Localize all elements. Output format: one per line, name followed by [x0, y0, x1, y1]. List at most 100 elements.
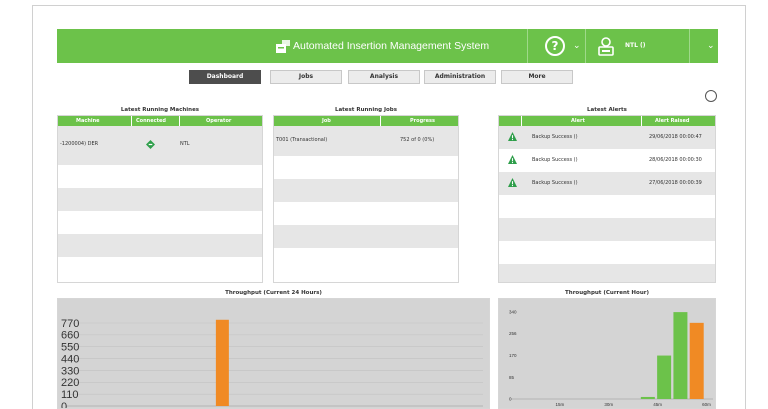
- column-header-alert-raised[interactable]: Alert Raised: [655, 118, 689, 124]
- column-divider: [521, 116, 522, 126]
- machine-name: -1200004) DER: [60, 141, 99, 147]
- table-row: [58, 211, 262, 234]
- throughput-bar: [215, 319, 229, 406]
- alerts-panel-title: Latest Alerts: [587, 107, 627, 113]
- table-row[interactable]: T001 (Transactional) 752 of 0 (0%): [274, 126, 458, 156]
- nav-tabs: Dashboard Jobs Analysis Administration M…: [57, 70, 718, 84]
- x-tick-label: 60m: [702, 402, 711, 407]
- machines-panel: Machine Connected Operator -1200004) DER…: [57, 115, 263, 283]
- alert-text: Backup Success (): [532, 134, 578, 140]
- throughput-bar: [689, 322, 704, 399]
- x-tick-label: 15m: [555, 402, 564, 407]
- table-row: [274, 248, 458, 271]
- y-tick-label: 170: [509, 353, 517, 358]
- table-row: [499, 241, 715, 264]
- alert-raised: 27/06/2018 00:00:39: [649, 180, 702, 186]
- table-row: [58, 234, 262, 257]
- app-header: Automated Insertion Management System ? …: [57, 29, 718, 63]
- y-tick-label: 660: [61, 330, 79, 342]
- y-tick-label: 330: [61, 365, 79, 377]
- y-tick-label: 110: [61, 389, 79, 401]
- dashboard: Automated Insertion Management System ? …: [57, 29, 718, 409]
- table-row: [499, 264, 715, 282]
- table-row[interactable]: Backup Success () 27/06/2018 00:00:39: [499, 172, 715, 195]
- job-name: T001 (Transactional): [276, 137, 328, 143]
- table-row: [274, 225, 458, 248]
- jobs-table-header: Job Progress: [274, 116, 458, 126]
- throughput-hour-svg: 08517025634015m 30m 45m 60m: [509, 310, 713, 407]
- alert-raised: 28/06/2018 00:00:30: [649, 157, 702, 163]
- throughput-bar: [657, 355, 672, 399]
- table-row: [58, 257, 262, 280]
- connected-icon: [146, 140, 155, 149]
- machines-table-header: Machine Connected Operator: [58, 116, 262, 126]
- table-row[interactable]: Backup Success () 28/06/2018 00:00:30: [499, 149, 715, 172]
- table-row: [58, 188, 262, 211]
- table-row: [274, 202, 458, 225]
- y-tick-label: 85: [509, 375, 515, 380]
- column-divider: [641, 116, 642, 126]
- throughput-bar: [673, 312, 688, 399]
- y-tick-label: 0: [61, 401, 67, 409]
- help-chevron-down-icon[interactable]: ⌄: [573, 41, 581, 51]
- throughput-24h-chart: 011022033044055066077003h06h09h12h15h18h…: [57, 298, 490, 409]
- header-divider: [689, 29, 690, 63]
- warning-triangle-icon: [508, 178, 517, 187]
- tab-administration[interactable]: Administration: [424, 70, 496, 84]
- x-tick-label: 45m: [653, 402, 662, 407]
- user-name[interactable]: NTL (): [625, 42, 646, 49]
- jobs-panel: Job Progress T001 (Transactional) 752 of…: [273, 115, 459, 283]
- x-tick-label: 30m: [604, 402, 613, 407]
- table-row: [274, 156, 458, 179]
- column-header-operator[interactable]: Operator: [206, 118, 231, 124]
- throughput-bar: [640, 396, 655, 399]
- app-logo-icon: [276, 40, 290, 53]
- alert-text: Backup Success (): [532, 180, 578, 186]
- user-chevron-down-icon[interactable]: ⌄: [707, 41, 715, 51]
- table-row: [499, 218, 715, 241]
- warning-triangle-icon: [508, 155, 517, 164]
- column-header-job[interactable]: Job: [322, 118, 331, 124]
- job-progress: 752 of 0 (0%): [400, 137, 435, 143]
- column-header-progress[interactable]: Progress: [410, 118, 435, 124]
- tab-dashboard[interactable]: Dashboard: [189, 70, 261, 84]
- tab-analysis[interactable]: Analysis: [348, 70, 420, 84]
- column-header-machine[interactable]: Machine: [76, 118, 100, 124]
- y-tick-label: 256: [509, 331, 517, 336]
- header-divider: [585, 29, 586, 63]
- machine-operator: NTL: [180, 141, 190, 147]
- alert-raised: 29/06/2018 00:00:47: [649, 134, 702, 140]
- column-divider: [380, 116, 381, 126]
- user-badge-icon[interactable]: [597, 36, 615, 56]
- alerts-table-header: Alert Alert Raised: [499, 116, 715, 126]
- jobs-panel-title: Latest Running Jobs: [334, 107, 398, 113]
- loading-spinner-icon: [705, 90, 717, 102]
- warning-triangle-icon: [508, 132, 517, 141]
- tab-more[interactable]: More: [501, 70, 573, 84]
- column-header-connected[interactable]: Connected: [136, 118, 166, 124]
- table-row[interactable]: -1200004) DER NTL: [58, 126, 262, 165]
- y-tick-label: 770: [61, 318, 79, 330]
- app-title: Automated Insertion Management System: [293, 40, 490, 52]
- machines-panel-title: Latest Running Machines: [120, 107, 200, 113]
- header-divider: [527, 29, 528, 63]
- table-row: [274, 179, 458, 202]
- throughput-hour-chart: 0 85 170 256 340 15m 30m 45m 60m: [498, 298, 716, 409]
- table-row[interactable]: Backup Success () 29/06/2018 00:00:47: [499, 126, 715, 149]
- y-tick-label: 220: [61, 377, 79, 389]
- throughput-hour-title: Throughput (Current Hour): [565, 290, 649, 296]
- y-tick-label: 440: [61, 353, 79, 365]
- throughput-24h-svg: 011022033044055066077003h06h09h12h15h18h…: [61, 318, 483, 409]
- column-divider: [131, 116, 132, 126]
- help-icon[interactable]: ?: [545, 36, 565, 56]
- throughput-24h-title: Throughput (Current 24 Hours): [225, 290, 322, 296]
- tab-jobs[interactable]: Jobs: [270, 70, 342, 84]
- alert-text: Backup Success (): [532, 157, 578, 163]
- y-tick-label: 340: [509, 310, 517, 315]
- y-tick-label: 550: [61, 342, 79, 354]
- table-row: [499, 195, 715, 218]
- column-header-alert[interactable]: Alert: [571, 118, 585, 124]
- column-divider: [179, 116, 180, 126]
- table-row: [58, 165, 262, 188]
- alerts-panel: Alert Alert Raised Backup Success () 29/…: [498, 115, 716, 283]
